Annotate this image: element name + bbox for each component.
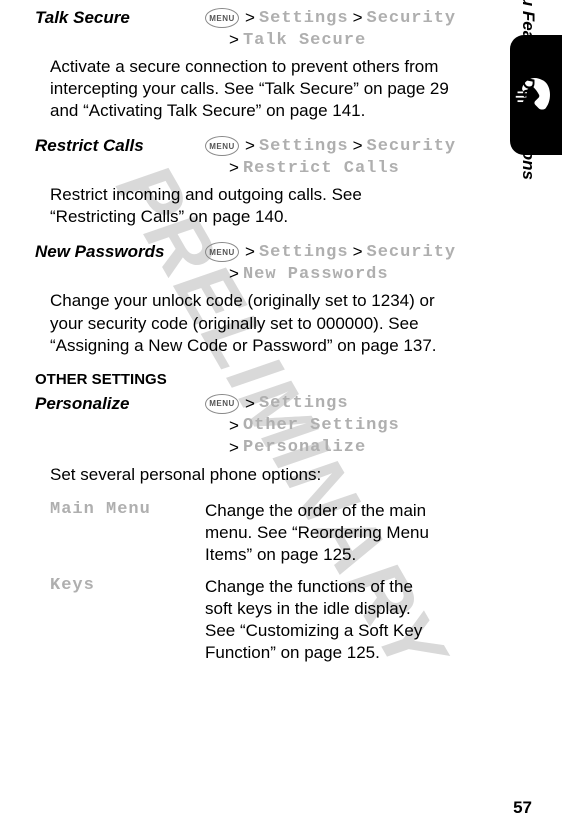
crumb-settings: Settings (259, 394, 349, 413)
entry-title: Restrict Calls (35, 136, 205, 156)
crumb-settings: Settings (259, 243, 349, 262)
separator: > (353, 8, 363, 28)
menu-path: MENU > Settings > Security > New Passwor… (205, 242, 456, 286)
menu-path: MENU > Settings > Other Settings > Perso… (205, 394, 450, 460)
crumb-talk-secure: Talk Secure (243, 31, 366, 50)
separator: > (229, 30, 239, 50)
entry-restrict-calls: Restrict Calls MENU > Settings > Securit… (35, 136, 450, 228)
entry-personalize: Personalize MENU > Settings > Other Sett… (35, 394, 450, 486)
separator: > (245, 242, 255, 262)
crumb-new-passwords: New Passwords (243, 265, 389, 284)
separator: > (229, 264, 239, 284)
menu-icon: MENU (205, 8, 239, 28)
entry-talk-secure: Talk Secure MENU > Settings > Security >… (35, 8, 450, 122)
separator: > (229, 438, 239, 458)
entry-lead: Set several personal phone options: (50, 464, 450, 486)
separator: > (245, 8, 255, 28)
separator: > (245, 394, 255, 414)
separator: > (245, 136, 255, 156)
menu-icon: MENU (205, 136, 239, 156)
side-section-label: Menu Feature Descriptions (518, 0, 538, 180)
entry-body: Restrict incoming and outgoing calls. Se… (50, 184, 450, 228)
crumb-settings: Settings (259, 9, 349, 28)
entry-title: Personalize (35, 394, 205, 414)
page-number: 57 (513, 798, 532, 818)
crumb-security: Security (367, 137, 457, 156)
crumb-restrict-calls: Restrict Calls (243, 159, 400, 178)
option-desc: Change the order of the main menu. See “… (205, 500, 445, 566)
separator: > (353, 242, 363, 262)
menu-path: MENU > Settings > Security > Talk Secure (205, 8, 456, 52)
separator: > (229, 416, 239, 436)
entry-title: New Passwords (35, 242, 205, 262)
crumb-security: Security (367, 9, 457, 28)
entry-title: Talk Secure (35, 8, 205, 28)
entry-new-passwords: New Passwords MENU > Settings > Security… (35, 242, 450, 356)
menu-icon: MENU (205, 394, 239, 414)
separator: > (353, 136, 363, 156)
menu-path: MENU > Settings > Security > Restrict Ca… (205, 136, 456, 180)
separator: > (229, 158, 239, 178)
entry-body: Change your unlock code (originally set … (50, 290, 450, 356)
option-main-menu: Main Menu Change the order of the main m… (50, 500, 450, 566)
crumb-other-settings: Other Settings (243, 416, 400, 435)
option-keys: Keys Change the functions of the soft ke… (50, 576, 450, 664)
option-name: Keys (50, 576, 205, 664)
option-desc: Change the functions of the soft keys in… (205, 576, 445, 664)
menu-icon: MENU (205, 242, 239, 262)
entry-body: Activate a secure connection to prevent … (50, 56, 450, 122)
section-heading-other-settings: OTHER SETTINGS (35, 371, 450, 388)
crumb-settings: Settings (259, 137, 349, 156)
page-content: Talk Secure MENU > Settings > Security >… (0, 0, 505, 665)
crumb-personalize: Personalize (243, 438, 366, 457)
option-name: Main Menu (50, 500, 205, 566)
crumb-security: Security (367, 243, 457, 262)
